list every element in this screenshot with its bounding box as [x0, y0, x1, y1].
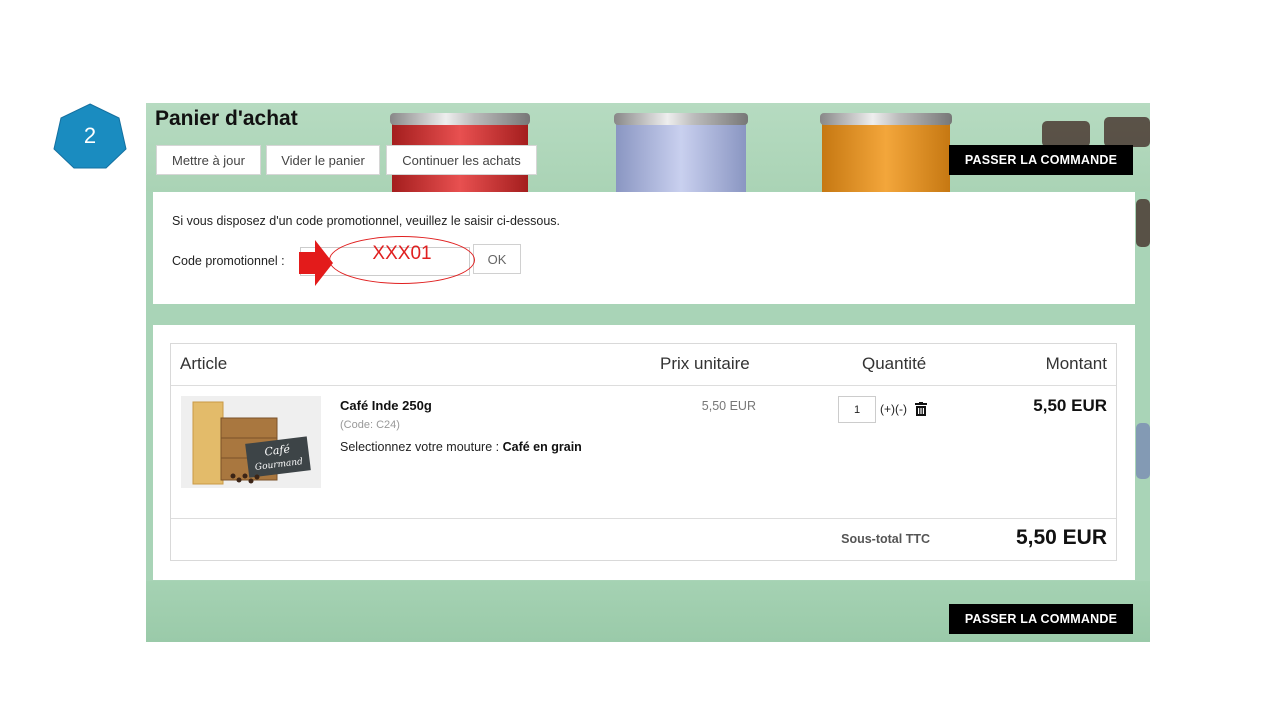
- arrow-right-icon: [299, 240, 333, 286]
- cart-section: Article Prix unitaire Quantité Montant C…: [153, 325, 1135, 580]
- step-badge: 2: [53, 103, 127, 169]
- page-title: Panier d'achat: [155, 107, 298, 130]
- promo-info-text: Si vous disposez d'un code promotionnel,…: [172, 214, 561, 228]
- subtotal-label: Sous-total TTC: [841, 532, 930, 546]
- header-amount: Montant: [1045, 354, 1107, 373]
- decor-chocolate: [1104, 117, 1150, 147]
- option-value: Café en grain: [502, 440, 582, 454]
- continue-shopping-button[interactable]: Continuer les achats: [386, 145, 537, 175]
- trash-icon[interactable]: [915, 402, 927, 416]
- header-article: Article: [180, 354, 228, 373]
- product-option: Selectionnez votre mouture : Café en gra…: [340, 437, 585, 457]
- decor-tin-edge: [1136, 423, 1150, 479]
- promo-label: Code promotionnel :: [172, 254, 285, 268]
- decor-tin-blue: [614, 113, 748, 193]
- promo-code-value: XXX01: [372, 243, 432, 264]
- decor-chocolate: [1042, 121, 1090, 147]
- step-number: 2: [83, 123, 97, 148]
- cart-screenshot: Panier d'achat Mettre à jour Vider le pa…: [146, 103, 1150, 642]
- header-quantity: Quantité: [862, 354, 927, 373]
- cart-table: Article Prix unitaire Quantité Montant C…: [170, 343, 1117, 561]
- checkout-button-top[interactable]: PASSER LA COMMANDE: [949, 145, 1133, 175]
- slide: 2 Panier d'achat Mettre à jour Vider le …: [0, 0, 1280, 720]
- subtotal-value: 5,50 EUR: [1015, 526, 1107, 549]
- option-label: Selectionnez votre mouture :: [340, 440, 500, 454]
- header-divider: [171, 385, 1116, 386]
- empty-cart-button[interactable]: Vider le panier: [266, 145, 380, 175]
- header-unit-price: Prix unitaire: [660, 354, 750, 373]
- quantity-input[interactable]: 1: [838, 396, 876, 423]
- product-name-link[interactable]: Café Inde 250g: [340, 398, 432, 413]
- quantity-plus-minus[interactable]: (+)(-): [880, 402, 907, 416]
- decor-tin-orange: [820, 113, 952, 193]
- promo-ok-button[interactable]: OK: [473, 244, 521, 274]
- update-cart-button[interactable]: Mettre à jour: [156, 145, 261, 175]
- checkout-button-bottom[interactable]: PASSER LA COMMANDE: [949, 604, 1133, 634]
- product-image[interactable]: Café Gourmand: [181, 396, 321, 488]
- line-amount: 5,50 EUR: [1033, 396, 1107, 415]
- unit-price: 5,50 EUR: [701, 399, 756, 413]
- subtotal-divider: [171, 518, 1116, 519]
- product-code: (Code: C24): [340, 419, 400, 431]
- decor-chocolate: [1136, 199, 1150, 247]
